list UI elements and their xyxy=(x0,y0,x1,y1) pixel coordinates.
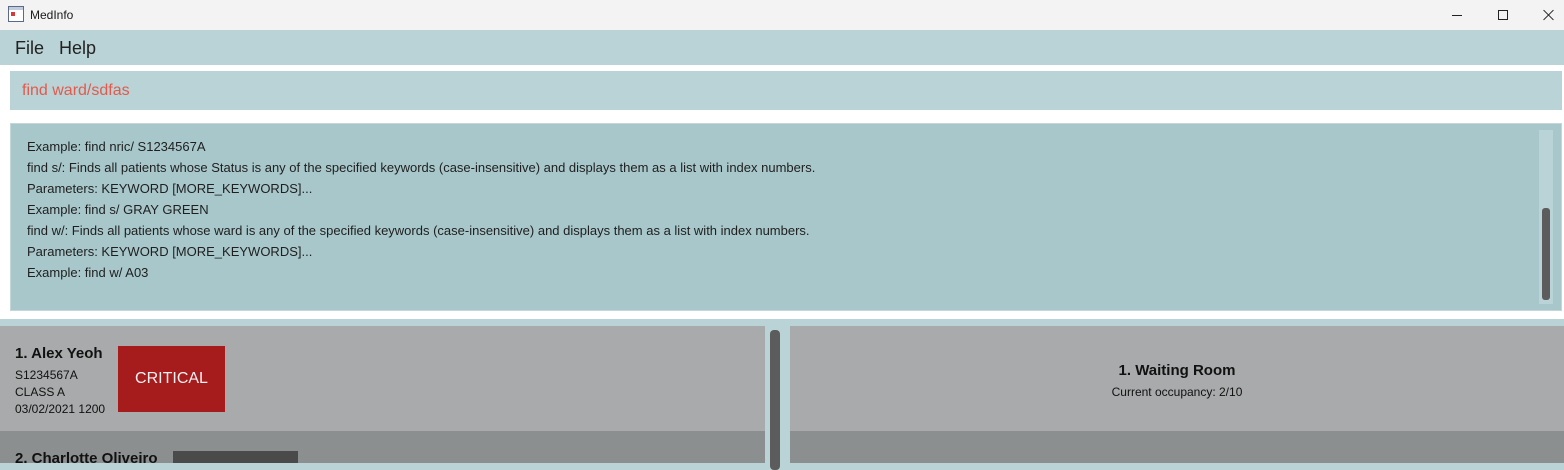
maximize-button[interactable] xyxy=(1480,0,1526,30)
command-box[interactable]: find ward/sdfas xyxy=(10,71,1562,110)
result-line: Example: find w/ A03 xyxy=(27,265,149,280)
close-button[interactable] xyxy=(1526,0,1564,30)
ward-list: 1. Waiting Room Current occupancy: 2/10 xyxy=(790,326,1564,463)
menu-help[interactable]: Help xyxy=(59,38,96,59)
menu-bar: File Help xyxy=(0,30,1564,65)
patient-nric: S1234567A xyxy=(15,368,78,382)
status-badge: CRITICAL xyxy=(118,346,225,412)
ward-occupancy: Current occupancy: 2/10 xyxy=(1111,385,1243,399)
window-title: MedInfo xyxy=(30,8,74,22)
status-badge xyxy=(173,451,298,463)
ward-card[interactable]: 1. Waiting Room Current occupancy: 2/10 xyxy=(790,326,1564,431)
result-line: find w/: Finds all patients whose ward i… xyxy=(27,223,810,238)
patient-class: CLASS A xyxy=(15,385,66,399)
result-line: Parameters: KEYWORD [MORE_KEYWORDS]... xyxy=(27,181,313,196)
ward-name: 1. Waiting Room xyxy=(1118,362,1236,379)
menu-file[interactable]: File xyxy=(15,38,44,59)
maximize-icon xyxy=(1498,10,1508,20)
patient-list-scrollbar[interactable] xyxy=(770,326,781,470)
minimize-icon xyxy=(1452,14,1462,16)
result-line: Parameters: KEYWORD [MORE_KEYWORDS]... xyxy=(27,244,313,259)
result-display: Example: find nric/ S1234567A find s/: F… xyxy=(10,123,1562,311)
minimize-button[interactable] xyxy=(1434,0,1480,30)
result-line: find s/: Finds all patients whose Status… xyxy=(27,160,816,175)
result-line: Example: find s/ GRAY GREEN xyxy=(27,202,209,217)
patient-list: 1. Alex Yeoh S1234567A CLASS A 03/02/202… xyxy=(0,326,765,463)
patient-card[interactable]: 1. Alex Yeoh S1234567A CLASS A 03/02/202… xyxy=(0,326,765,431)
app-icon xyxy=(8,6,24,22)
result-scrollbar-thumb[interactable] xyxy=(1542,208,1550,300)
patient-name: 1. Alex Yeoh xyxy=(15,345,103,362)
result-text: Example: find nric/ S1234567A find s/: F… xyxy=(27,136,815,283)
ward-card[interactable] xyxy=(790,431,1564,463)
patient-name: 2. Charlotte Oliveiro xyxy=(15,450,158,463)
command-input[interactable]: find ward/sdfas xyxy=(22,82,130,100)
close-icon xyxy=(1543,9,1555,21)
patient-datetime: 03/02/2021 1200 xyxy=(15,402,106,416)
title-bar: MedInfo xyxy=(0,0,1564,30)
patient-list-scrollbar-thumb[interactable] xyxy=(770,330,780,470)
patient-card[interactable]: 2. Charlotte Oliveiro xyxy=(0,431,765,463)
result-scrollbar[interactable] xyxy=(1539,130,1553,304)
result-line: Example: find nric/ S1234567A xyxy=(27,139,206,154)
